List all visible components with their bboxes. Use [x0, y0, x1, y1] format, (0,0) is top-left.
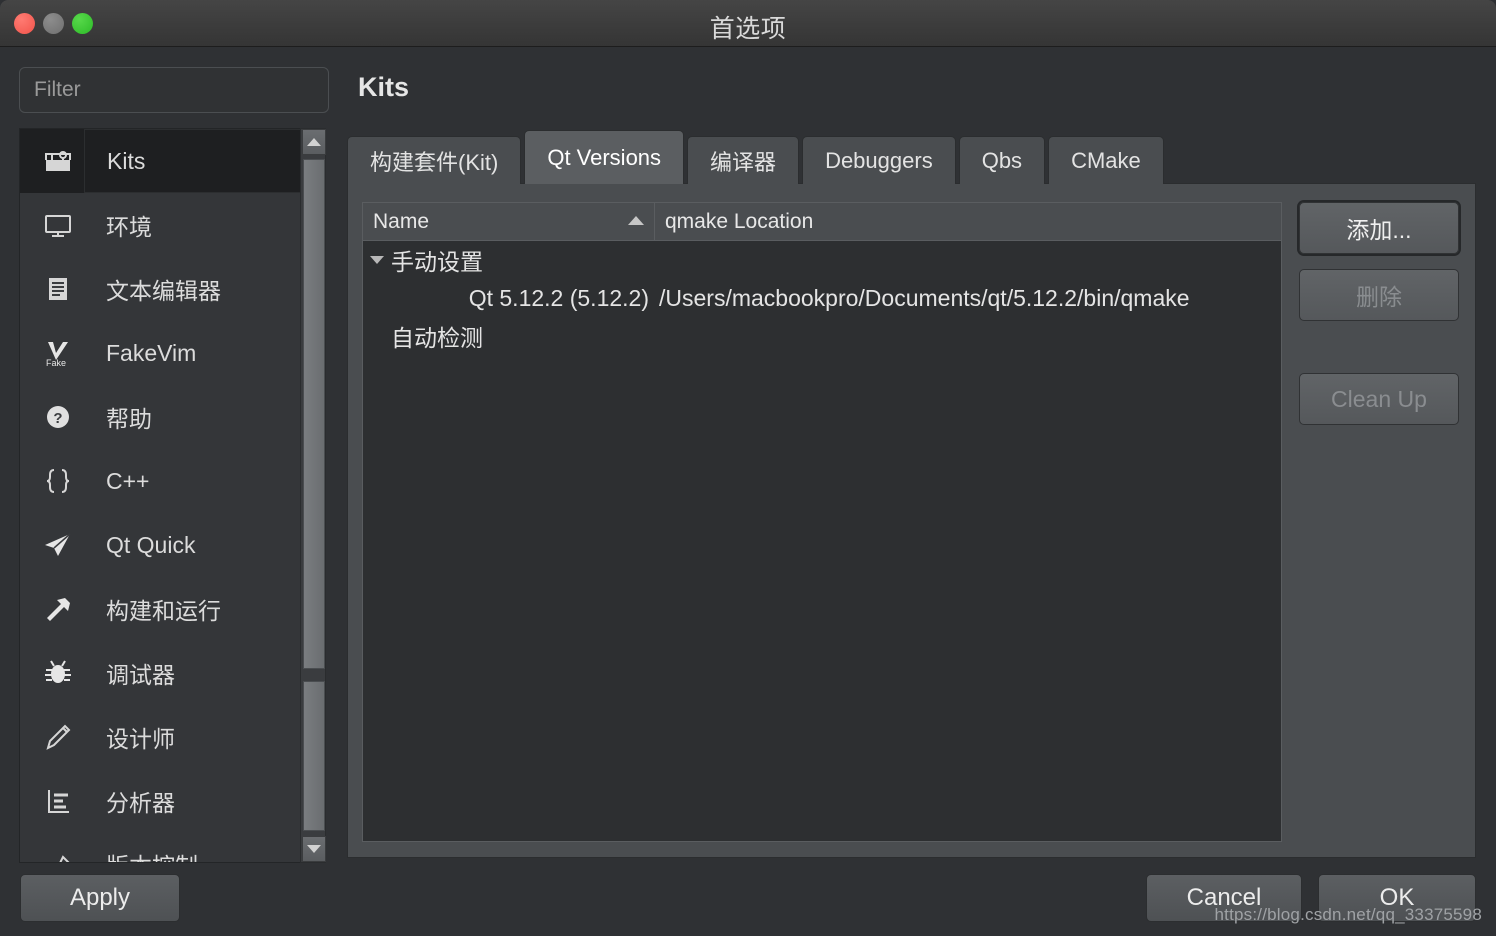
tab-bar[interactable]: 构建套件(Kit) Qt Versions 编译器 Debuggers Qbs CMake: [347, 130, 1167, 184]
sort-ascending-icon: [628, 216, 644, 225]
row-name-label: Qt 5.12.2 (5.12.2): [468, 284, 649, 311]
table-row[interactable]: 手动设置: [363, 241, 1281, 279]
sidebar-item-label: 版本控制: [84, 833, 306, 862]
page-title: Kits: [358, 72, 410, 102]
tab-1[interactable]: Qt Versions: [524, 130, 685, 184]
sidebar-item-label: 设计师: [106, 726, 175, 752]
tab-0[interactable]: 构建套件(Kit): [347, 136, 522, 184]
sidebar-item-8[interactable]: 调试器: [20, 641, 306, 705]
sidebar-item-label: Kits: [84, 129, 306, 193]
column-header-name[interactable]: Name: [363, 203, 655, 240]
scroll-down-arrow-icon[interactable]: [302, 836, 326, 862]
hammer-icon: [36, 589, 80, 629]
document-icon: [36, 269, 80, 309]
filter-input[interactable]: [19, 67, 329, 113]
sidebar-scrollbar-thumb-lower[interactable]: [303, 681, 325, 831]
tree-group-name: 自动检测: [363, 319, 655, 353]
qt-version-action-button-0[interactable]: 添加...: [1299, 202, 1459, 254]
row-qmake-label: /Users/macbookpro/Documents/qt/5.12.2/bi…: [659, 284, 1190, 311]
scroll-up-arrow-icon[interactable]: [302, 129, 326, 155]
tab-label: Debuggers: [825, 147, 933, 173]
sidebar-item-7[interactable]: 构建和运行: [20, 577, 306, 641]
apply-button[interactable]: Apply: [20, 874, 180, 922]
sidebar-item-label: 文本编辑器: [106, 278, 221, 304]
sidebar-item-0[interactable]: Kits: [20, 129, 306, 193]
branch-icon: [36, 844, 80, 862]
tab-label: Qbs: [981, 147, 1023, 173]
sidebar-item-label: FakeVim: [106, 339, 197, 366]
sidebar-item-11[interactable]: 版本控制: [20, 833, 306, 862]
sidebar-item-6[interactable]: Qt Quick: [20, 513, 306, 577]
tree-group-name: 手动设置: [363, 243, 655, 277]
column-header-qmake-location-label: qmake Location: [665, 209, 814, 233]
sidebar-item-label: 环境: [106, 214, 152, 240]
sidebar-item-label: 分析器: [106, 790, 175, 816]
svg-text:?: ?: [53, 410, 62, 427]
sidebar-item-label: 帮助: [106, 406, 152, 432]
expander-expanded-icon[interactable]: [363, 256, 391, 264]
braces-icon: [36, 461, 80, 501]
qt-versions-panel: Name qmake Location 手动设置 Qt 5.12.2 (5.12.…: [347, 183, 1476, 858]
sidebar-item-label: C++: [106, 467, 150, 494]
sidebar-scrollbar[interactable]: [300, 128, 326, 863]
sidebar-item-label: 构建和运行: [106, 598, 221, 624]
tab-label: 构建套件(Kit): [370, 149, 499, 175]
sidebar-item-label: 调试器: [106, 662, 175, 688]
fakevim-icon: Fake: [36, 333, 80, 373]
sidebar-scrollbar-thumb[interactable]: [303, 159, 325, 669]
sidebar-item-label: Qt Quick: [106, 531, 196, 558]
table-body: 手动设置 Qt 5.12.2 (5.12.2) /Users/macbookpro/…: [363, 241, 1281, 355]
sidebar-item-3[interactable]: Fake FakeVim: [20, 321, 306, 385]
paper-plane-icon: [36, 525, 80, 565]
sidebar-item-1[interactable]: 环境: [20, 193, 306, 257]
pencil-icon: [36, 717, 80, 757]
title-bar: 首选项: [0, 0, 1496, 47]
monitor-icon: [36, 205, 80, 245]
sidebar-item-9[interactable]: 设计师: [20, 705, 306, 769]
tab-5[interactable]: CMake: [1048, 136, 1164, 184]
qt-version-action-button-1: 删除: [1299, 269, 1459, 321]
bug-icon: [36, 653, 80, 693]
qt-version-actions: 添加... 删除 Clean Up: [1299, 202, 1459, 425]
sidebar-item-2[interactable]: 文本编辑器: [20, 257, 306, 321]
svg-text:Fake: Fake: [46, 358, 66, 368]
preferences-window: 首选项 Kits 环境 文本编辑器 Fake FakeVim ?: [0, 0, 1496, 936]
column-header-name-label: Name: [373, 209, 430, 233]
analyzer-icon: [36, 781, 80, 821]
qt-version-action-button-2: Clean Up: [1299, 373, 1459, 425]
sidebar-item-4[interactable]: ? 帮助: [20, 385, 306, 449]
row-name-label: 自动检测: [391, 325, 483, 351]
table-row[interactable]: Qt 5.12.2 (5.12.2) /Users/macbookpro/Docu…: [363, 279, 1281, 317]
column-header-qmake-location[interactable]: qmake Location: [655, 203, 1281, 240]
window-title: 首选项: [709, 15, 787, 43]
tab-label: CMake: [1071, 147, 1141, 173]
tab-4[interactable]: Qbs: [958, 136, 1046, 184]
settings-category-list[interactable]: Kits 环境 文本编辑器 Fake FakeVim ? 帮助 C++ Qt Qui…: [19, 128, 307, 863]
tab-label: 编译器: [710, 149, 777, 175]
table-header: Name qmake Location: [363, 203, 1281, 241]
row-name-label: 手动设置: [391, 249, 483, 275]
tab-3[interactable]: Debuggers: [802, 136, 956, 184]
toolbox-icon: [36, 141, 80, 181]
question-icon: ?: [36, 397, 80, 437]
tab-2[interactable]: 编译器: [687, 136, 800, 184]
sidebar-item-10[interactable]: 分析器: [20, 769, 306, 833]
table-row[interactable]: 自动检测: [363, 317, 1281, 355]
watermark: https://blog.csdn.net/qq_33375598: [1214, 905, 1482, 924]
qt-versions-table[interactable]: Name qmake Location 手动设置 Qt 5.12.2 (5.12.…: [362, 202, 1282, 842]
tab-label: Qt Versions: [547, 144, 662, 170]
sidebar-item-5[interactable]: C++: [20, 449, 306, 513]
